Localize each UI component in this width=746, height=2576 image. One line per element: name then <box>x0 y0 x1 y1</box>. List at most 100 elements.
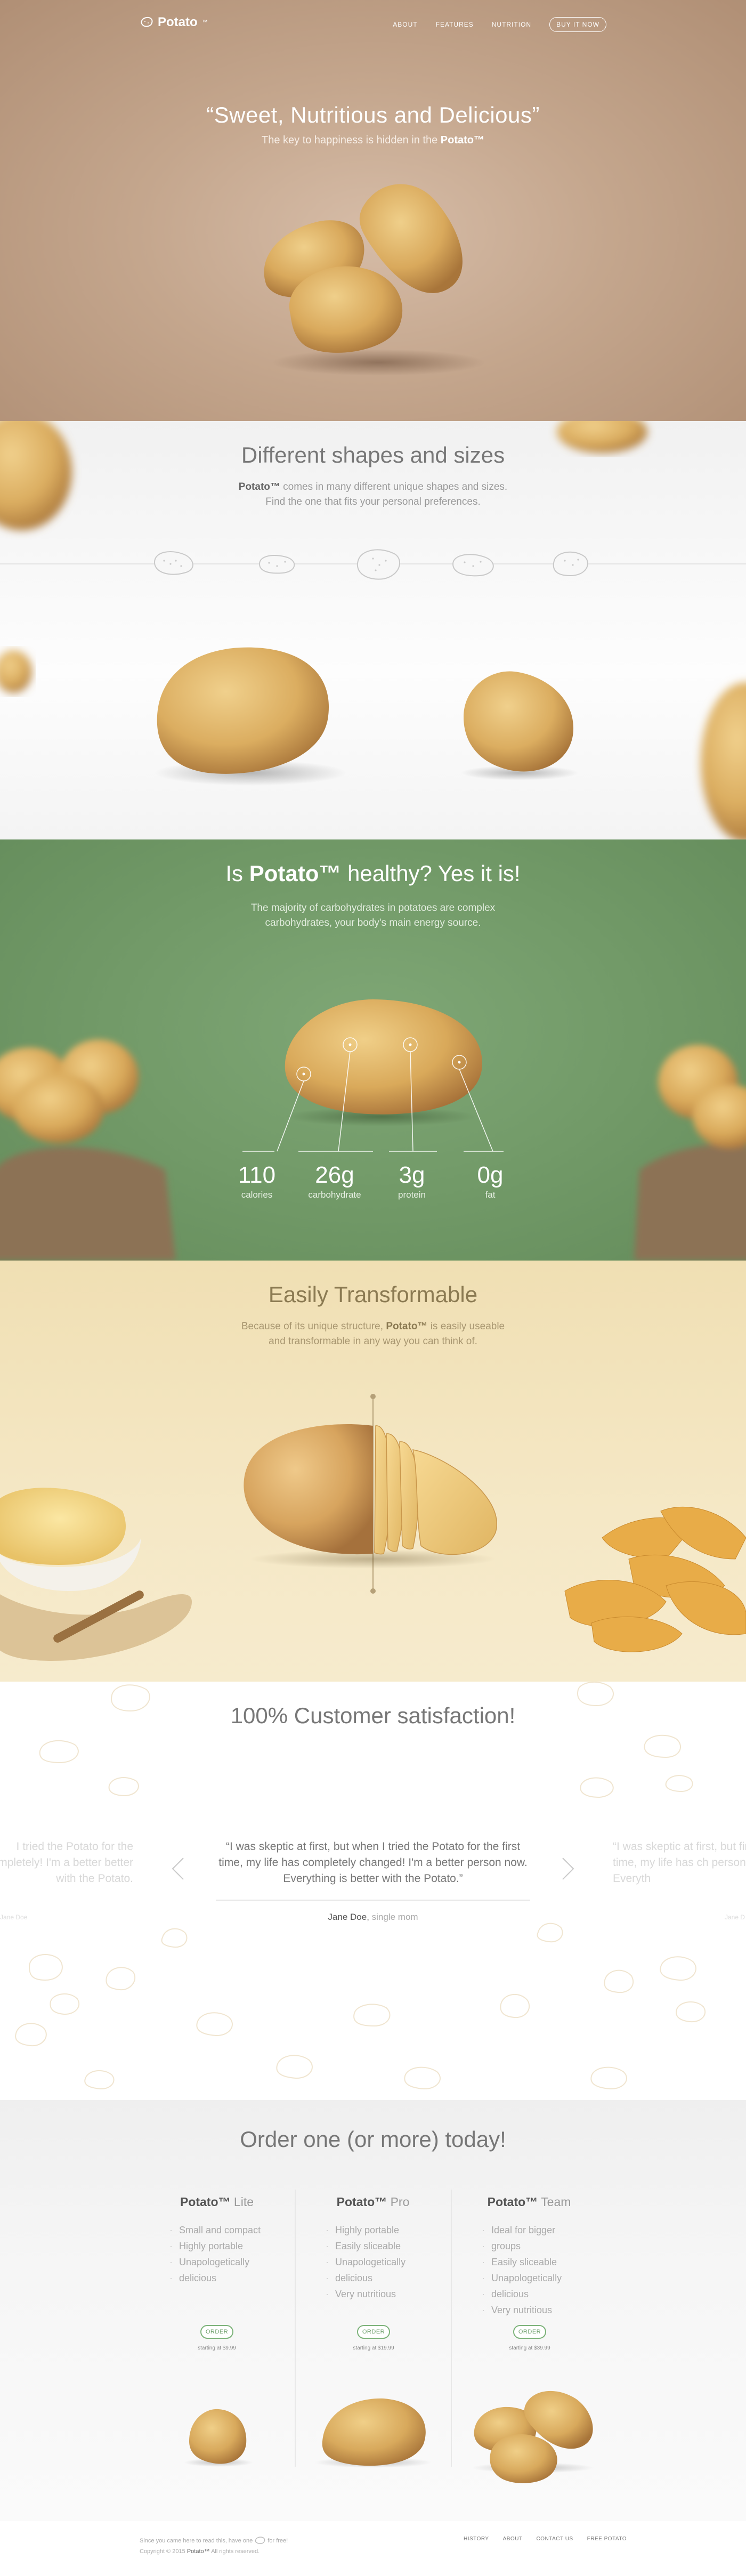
footer-link-free-potato[interactable]: FREE POTATO <box>587 2536 627 2542</box>
plan-feature: Very nutritious <box>325 2286 450 2302</box>
plan-feature: delicious <box>325 2270 450 2286</box>
order-team-button[interactable]: ORDER <box>513 2325 546 2339</box>
health-illustration <box>0 999 746 1261</box>
plan-feature: Unapologetically <box>325 2254 450 2270</box>
large-potato <box>157 647 329 774</box>
plan-feature: Easily sliceable <box>325 2238 450 2254</box>
shape-icons <box>153 549 588 580</box>
stat-value: 0g <box>477 1162 504 1188</box>
plan-features: Highly portable Easily sliceable Unapolo… <box>296 2222 450 2302</box>
plan-features: Ideal for bigger groups Easily sliceable… <box>452 2222 606 2318</box>
stat-label: calories <box>241 1190 273 1200</box>
hero-title: “Sweet, Nutritious and Delicious” <box>206 102 540 127</box>
footer-line1-pre: Since you came here to read this, have o… <box>140 2538 253 2544</box>
previous-testimonial-text: I tried the Potato for the completely! I… <box>0 1840 133 1885</box>
copyright: Copyright © 2015 Potato™ All rights rese… <box>140 2546 288 2557</box>
plan-feature: Unapologetically <box>481 2270 606 2286</box>
testimonial-divider <box>216 1900 530 1901</box>
plan-lite: Potato™ Lite Small and compact Highly po… <box>140 2195 294 2286</box>
plan-brand: Potato™ <box>487 2195 538 2209</box>
plan-feature: Very nutritious <box>481 2302 606 2318</box>
footer-text: Since you came here to read this, have o… <box>140 2535 288 2557</box>
stat-value: 110 <box>238 1162 276 1188</box>
plan-price: starting at $39.99 <box>509 2345 550 2351</box>
transform-section: Easily Transformable Because of its uniq… <box>0 1261 746 1682</box>
plan-name: Potato™ Lite <box>140 2195 294 2209</box>
stat-label: carbohydrate <box>308 1190 361 1200</box>
plan-team: Potato™ Team Ideal for bigger groups Eas… <box>452 2195 606 2318</box>
copyright-pre: Copyright © 2015 <box>140 2548 187 2555</box>
plan-pro: Potato™ Pro Highly portable Easily slice… <box>296 2195 450 2302</box>
plan-name: Potato™ Pro <box>296 2195 450 2209</box>
chevron-right-icon[interactable] <box>562 1857 574 1880</box>
testimonials-section: 100% Customer satisfaction! <box>0 1682 746 2100</box>
stat-value: 3g <box>399 1162 425 1188</box>
potato-pattern-background <box>15 1682 706 2090</box>
previous-testimonial-preview[interactable]: I tried the Potato for the completely! I… <box>0 1839 133 1887</box>
plan-brand: Potato™ <box>336 2195 387 2209</box>
pricing-potatoes <box>184 2391 594 2483</box>
testimonial-author: Jane Doe, single mom <box>328 1912 418 1922</box>
footer <box>0 2521 746 2576</box>
plan-feature: groups <box>481 2238 606 2254</box>
logo[interactable]: Potato ™ <box>140 15 208 30</box>
testimonials-title: 100% Customer satisfaction! <box>230 1703 516 1728</box>
copyright-post: All rights reserved. <box>209 2548 260 2555</box>
plan-feature: Easily sliceable <box>481 2254 606 2270</box>
shapes-background-potatoes <box>0 421 746 839</box>
plan-feature: delicious <box>168 2270 294 2286</box>
hero-section: Potato ™ ABOUT FEATURES NUTRITION BUY IT … <box>0 0 746 421</box>
footer-line1: Since you came here to read this, have o… <box>140 2535 288 2546</box>
pricing-section: Order one (or more) today! <box>0 2100 746 2521</box>
plan-feature: delicious <box>481 2286 606 2302</box>
stat-protein: 3g protein <box>375 1162 449 1200</box>
potato-icon[interactable] <box>254 2537 266 2545</box>
next-testimonial-preview[interactable]: “I was skeptic at first, but first time,… <box>613 1839 746 1887</box>
chevron-left-icon[interactable] <box>172 1857 184 1880</box>
next-testimonial-text: “I was skeptic at first, but first time,… <box>613 1840 746 1885</box>
plan-feature: Small and compact <box>168 2222 294 2238</box>
footer-link-about[interactable]: ABOUT <box>503 2536 523 2542</box>
stat-calories: 110 calories <box>220 1162 294 1200</box>
footer-line1-post: for free! <box>267 2538 288 2544</box>
brand-tm: ™ <box>201 19 208 26</box>
hero-subtitle-brand: Potato™ <box>440 134 484 146</box>
testimonial-author-name: Jane Doe <box>328 1912 367 1922</box>
footer-link-history[interactable]: HISTORY <box>464 2536 489 2542</box>
plan-price: starting at $19.99 <box>353 2345 394 2351</box>
hero-subtitle-text: The key to happiness is hidden in the <box>262 134 441 146</box>
nav-features[interactable]: FEATURES <box>436 21 474 28</box>
stat-label: protein <box>398 1190 426 1200</box>
stat-value: 26g <box>315 1162 354 1188</box>
plan-tier: Pro <box>387 2195 410 2209</box>
plan-feature: Ideal for bigger <box>481 2222 606 2238</box>
order-pro-button[interactable]: ORDER <box>357 2325 390 2339</box>
hero-subtitle: The key to happiness is hidden in the Po… <box>0 134 746 147</box>
health-section: Is Potato™ healthy? Yes it is! The major… <box>0 839 746 1261</box>
stat-carbohydrate: 26g carbohydrate <box>297 1162 372 1200</box>
footer-link-contact[interactable]: CONTACT US <box>537 2536 573 2542</box>
copyright-brand: Potato™ <box>186 2548 210 2555</box>
stat-label: fat <box>485 1190 496 1200</box>
testimonial-quote: “I was skeptic at first, but when I trie… <box>218 1840 528 1885</box>
stat-fat: 0g fat <box>453 1162 528 1200</box>
main-nav: ABOUT FEATURES NUTRITION BUY IT NOW <box>393 17 606 32</box>
potato-logo-icon <box>141 17 153 27</box>
plan-brand: Potato™ <box>180 2195 231 2209</box>
brand-name: Potato <box>158 15 198 29</box>
small-potato <box>464 671 574 772</box>
plan-feature: Unapologetically <box>168 2254 294 2270</box>
plan-feature: Highly portable <box>325 2222 450 2238</box>
plan-tier: Lite <box>230 2195 254 2209</box>
plan-name: Potato™ Team <box>452 2195 606 2209</box>
health-potato <box>285 999 482 1115</box>
shapes-section: Different shapes and sizes Potato™ comes… <box>0 421 746 839</box>
plan-feature: Highly portable <box>168 2238 294 2254</box>
footer-nav: HISTORY ABOUT CONTACT US FREE POTATO <box>464 2536 627 2542</box>
testimonial-author-role: single mom <box>371 1912 418 1922</box>
buy-it-now-button[interactable]: BUY IT NOW <box>549 17 606 32</box>
nav-nutrition[interactable]: NUTRITION <box>492 21 531 28</box>
nav-about[interactable]: ABOUT <box>393 21 417 28</box>
order-lite-button[interactable]: ORDER <box>200 2325 233 2339</box>
hero-potatoes-image <box>264 184 485 376</box>
